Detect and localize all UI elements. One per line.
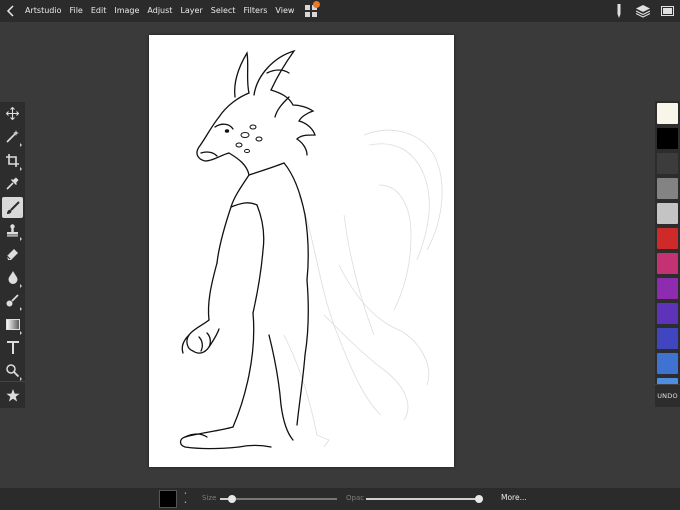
more-button[interactable]: More... xyxy=(501,493,527,502)
opacity-slider-handle[interactable] xyxy=(475,495,483,503)
pencil-button[interactable] xyxy=(612,4,626,18)
opacity-label: Opac xyxy=(346,494,365,502)
tool-eyedropper[interactable] xyxy=(2,173,23,194)
fullscreen-button[interactable] xyxy=(660,4,674,18)
submenu-indicator xyxy=(20,284,22,288)
tool-smudge[interactable] xyxy=(2,290,23,311)
current-color-swatch[interactable] xyxy=(159,490,177,508)
layers-icon xyxy=(636,4,650,18)
layers-button[interactable] xyxy=(636,4,650,18)
swatch-indigo[interactable] xyxy=(657,328,678,349)
menu-image[interactable]: Image xyxy=(110,0,143,22)
tool-text[interactable] xyxy=(2,337,23,358)
swatch-dark-gray[interactable] xyxy=(657,153,678,174)
menu-edit[interactable]: Edit xyxy=(87,0,111,22)
drawing-canvas[interactable] xyxy=(149,35,454,467)
menu-adjust[interactable]: Adjust xyxy=(143,0,176,22)
app-name[interactable]: Artstudio xyxy=(22,0,65,22)
back-button[interactable] xyxy=(0,0,22,22)
opacity-slider-fill xyxy=(366,498,479,500)
tool-zoom[interactable] xyxy=(2,360,23,381)
menu-layer[interactable]: Layer xyxy=(176,0,206,22)
magic-wand-icon xyxy=(6,130,19,143)
menu-view[interactable]: View xyxy=(271,0,298,22)
submenu-indicator xyxy=(20,167,22,171)
tool-eraser[interactable] xyxy=(2,243,23,264)
submenu-indicator xyxy=(20,307,22,311)
smudge-icon xyxy=(6,294,19,307)
tool-magic-wand[interactable] xyxy=(2,126,23,147)
tool-crop[interactable] xyxy=(2,150,23,171)
submenu-indicator xyxy=(20,331,22,335)
eyedropper-icon xyxy=(6,177,19,190)
swatch-red[interactable] xyxy=(657,228,678,249)
top-menu-bar: Artstudio File Edit Image Adjust Layer S… xyxy=(0,0,680,22)
text-icon xyxy=(6,341,19,354)
tool-move[interactable] xyxy=(2,103,23,124)
move-icon xyxy=(6,107,19,120)
submenu-indicator xyxy=(20,214,22,218)
tool-stamp[interactable] xyxy=(2,220,23,241)
swatch-light-gray[interactable] xyxy=(657,203,678,224)
swatch-violet[interactable] xyxy=(657,303,678,324)
undo-button[interactable]: UNDO xyxy=(655,384,680,407)
submenu-indicator xyxy=(20,143,22,147)
size-label: Size xyxy=(202,494,217,502)
swap-colors-icon[interactable]: • • xyxy=(184,490,187,508)
drop-icon xyxy=(8,271,17,284)
menu-select[interactable]: Select xyxy=(207,0,240,22)
stamp-icon xyxy=(7,224,18,237)
tool-favorites[interactable] xyxy=(2,385,23,406)
swatch-gray[interactable] xyxy=(657,178,678,199)
tool-palette xyxy=(0,102,25,408)
fullscreen-icon xyxy=(660,6,674,16)
brush-settings-bar xyxy=(0,488,680,510)
tool-blur[interactable] xyxy=(2,267,23,288)
swatch-black[interactable] xyxy=(657,128,678,149)
brush-icon xyxy=(6,200,20,214)
swatch-pink[interactable] xyxy=(657,253,678,274)
swatch-blue[interactable] xyxy=(657,353,678,374)
crop-icon xyxy=(6,154,19,167)
menu-filters[interactable]: Filters xyxy=(239,0,271,22)
gradient-icon xyxy=(5,319,20,330)
tool-gradient[interactable] xyxy=(2,314,23,335)
toolbar-divider xyxy=(0,381,25,382)
magnifier-icon xyxy=(6,364,19,377)
pencil-icon xyxy=(617,4,621,18)
menu-file[interactable]: File xyxy=(65,0,86,22)
submenu-indicator xyxy=(20,237,22,241)
notification-badge xyxy=(313,1,321,8)
chevron-left-icon xyxy=(6,5,14,17)
gallery-button[interactable] xyxy=(302,0,321,22)
tool-brush[interactable] xyxy=(2,197,23,218)
star-icon xyxy=(5,389,20,402)
swatch-purple[interactable] xyxy=(657,278,678,299)
size-slider-handle[interactable] xyxy=(227,495,236,503)
dragon-sketch xyxy=(179,49,443,450)
swatch-cream[interactable] xyxy=(657,103,678,124)
eraser-icon xyxy=(6,249,18,260)
color-palette: UNDO xyxy=(655,101,680,407)
size-slider[interactable] xyxy=(220,498,337,500)
